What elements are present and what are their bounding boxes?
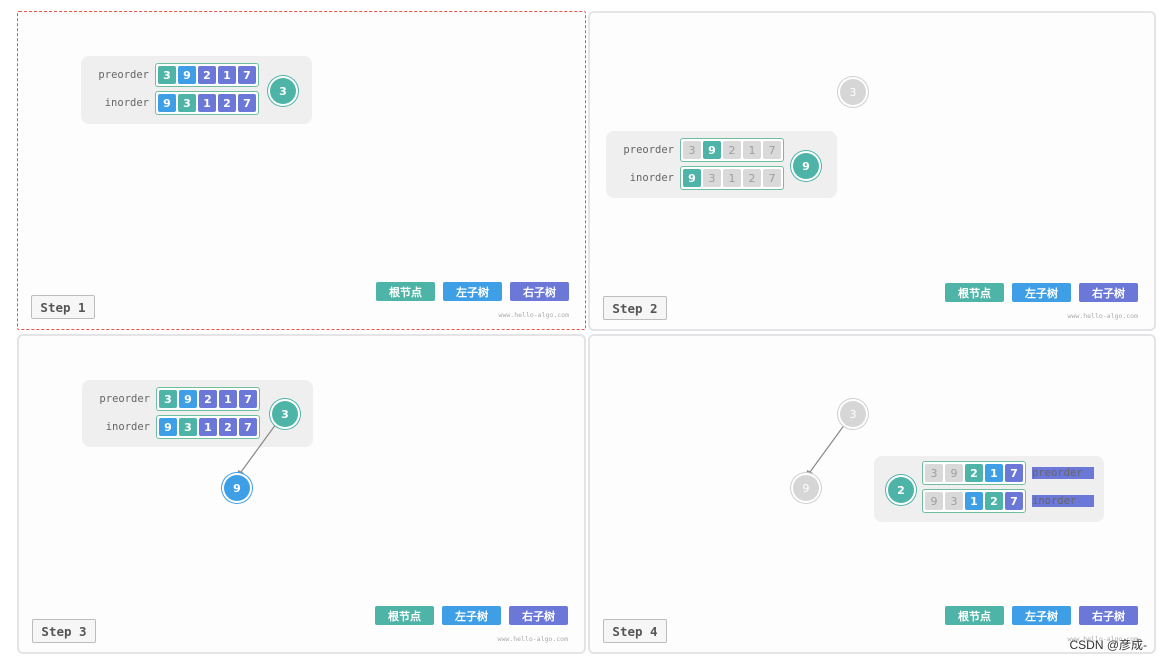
preorder-row: preorder 39217 — [612, 138, 784, 162]
preorder-cell-inactive: 3 — [683, 141, 701, 159]
inorder-cell-inactive: 9 — [925, 492, 943, 510]
inorder-cell-right-subtree: 7 — [238, 94, 256, 112]
inorder-cell-left-subtree: 1 — [965, 492, 983, 510]
current-root-node: 2 — [888, 477, 914, 503]
legend-left-subtree: 左子树 — [1012, 606, 1071, 625]
inorder-label: inorder — [104, 97, 149, 109]
step-label: Step 4 — [603, 619, 667, 643]
inorder-label: inorder — [1032, 495, 1094, 507]
inorder-label: inorder — [629, 172, 674, 184]
preorder-row: 39217 preorder — [922, 461, 1094, 485]
step-label: Step 3 — [32, 619, 96, 643]
tree-node-left-child: 9 — [793, 475, 819, 501]
legend-root: 根节点 — [376, 282, 435, 301]
preorder-cell-inactive: 3 — [925, 464, 943, 482]
watermark: www.hello-algo.com — [498, 311, 569, 319]
legend-right-subtree: 右子树 — [1079, 283, 1138, 302]
legend: 根节点 左子树 右子树 — [376, 282, 569, 301]
step-label: Step 2 — [603, 296, 667, 320]
preorder-label: preorder — [1032, 467, 1094, 479]
preorder-row: preorder 39217 — [87, 63, 259, 87]
step-panel-3: preorder 39217 inorder 93127 3 9 根节点 左子树… — [17, 334, 586, 654]
inorder-cell-root: 9 — [683, 169, 701, 187]
inorder-cell-right-subtree: 1 — [198, 94, 216, 112]
step-label: Step 1 — [31, 295, 95, 319]
preorder-array: 39217 — [922, 461, 1026, 485]
inorder-cell-right-subtree: 7 — [1005, 492, 1023, 510]
preorder-cell-root: 3 — [158, 66, 176, 84]
watermark: www.hello-algo.com — [497, 635, 568, 643]
inorder-cell-inactive: 3 — [703, 169, 721, 187]
preorder-cell-right-subtree: 7 — [1005, 464, 1023, 482]
inorder-array: 93127 — [922, 489, 1026, 513]
inorder-cell-inactive: 3 — [945, 492, 963, 510]
step-panel-1: preorder 39217 inorder 93127 3 根节点 左子树 右… — [17, 11, 586, 330]
preorder-cell-root: 2 — [965, 464, 983, 482]
preorder-array: 39217 — [680, 138, 784, 162]
inorder-cell-left-subtree: 9 — [158, 94, 176, 112]
preorder-label: preorder — [98, 69, 149, 81]
preorder-cell-right-subtree: 2 — [198, 66, 216, 84]
legend-right-subtree: 右子树 — [510, 282, 569, 301]
preorder-cell-inactive: 2 — [723, 141, 741, 159]
current-root-node: 3 — [270, 78, 296, 104]
preorder-array: 39217 — [155, 63, 259, 87]
inorder-cell-inactive: 2 — [743, 169, 761, 187]
inorder-array: 93127 — [155, 91, 259, 115]
current-root-node: 3 — [272, 401, 298, 427]
preorder-cell-right-subtree: 7 — [238, 66, 256, 84]
preorder-cell-right-subtree: 1 — [218, 66, 236, 84]
inorder-row: inorder 93127 — [87, 91, 259, 115]
inorder-cell-root: 2 — [985, 492, 1003, 510]
legend-right-subtree: 右子树 — [509, 606, 568, 625]
credit-text: CSDN @彦成- — [1069, 638, 1147, 652]
legend: 根节点 左子树 右子树 — [945, 606, 1138, 625]
inorder-cell-inactive: 7 — [763, 169, 781, 187]
inorder-cell-root: 3 — [178, 94, 196, 112]
legend-root: 根节点 — [945, 283, 1004, 302]
inorder-cell-inactive: 1 — [723, 169, 741, 187]
legend-left-subtree: 左子树 — [443, 282, 502, 301]
legend: 根节点 左子树 右子树 — [375, 606, 568, 625]
legend-left-subtree: 左子树 — [1012, 283, 1071, 302]
watermark: www.hello-algo.com — [1067, 312, 1138, 320]
inorder-array: 93127 — [680, 166, 784, 190]
tree-node-left-child: 9 — [224, 475, 250, 501]
inorder-row: inorder 93127 — [612, 166, 784, 190]
step-panel-4: 3 9 39217 preorder 93127 inorder 2 根节点 左… — [588, 334, 1156, 654]
legend-root: 根节点 — [375, 606, 434, 625]
preorder-cell-left-subtree: 9 — [178, 66, 196, 84]
preorder-label: preorder — [623, 144, 674, 156]
preorder-cell-inactive: 7 — [763, 141, 781, 159]
current-root-node: 9 — [793, 153, 819, 179]
inorder-row: 93127 inorder — [922, 489, 1094, 513]
legend-right-subtree: 右子树 — [1079, 606, 1138, 625]
inorder-cell-right-subtree: 2 — [218, 94, 236, 112]
legend-left-subtree: 左子树 — [442, 606, 501, 625]
preorder-cell-left-subtree: 1 — [985, 464, 1003, 482]
tree-node-root: 3 — [840, 79, 866, 105]
step-panel-2: 3 preorder 39217 inorder 93127 9 根节点 左子树… — [588, 11, 1156, 331]
preorder-cell-inactive: 9 — [945, 464, 963, 482]
legend-root: 根节点 — [945, 606, 1004, 625]
tree-node-root: 3 — [840, 401, 866, 427]
preorder-cell-inactive: 1 — [743, 141, 761, 159]
legend: 根节点 左子树 右子树 — [945, 283, 1138, 302]
preorder-cell-root: 9 — [703, 141, 721, 159]
